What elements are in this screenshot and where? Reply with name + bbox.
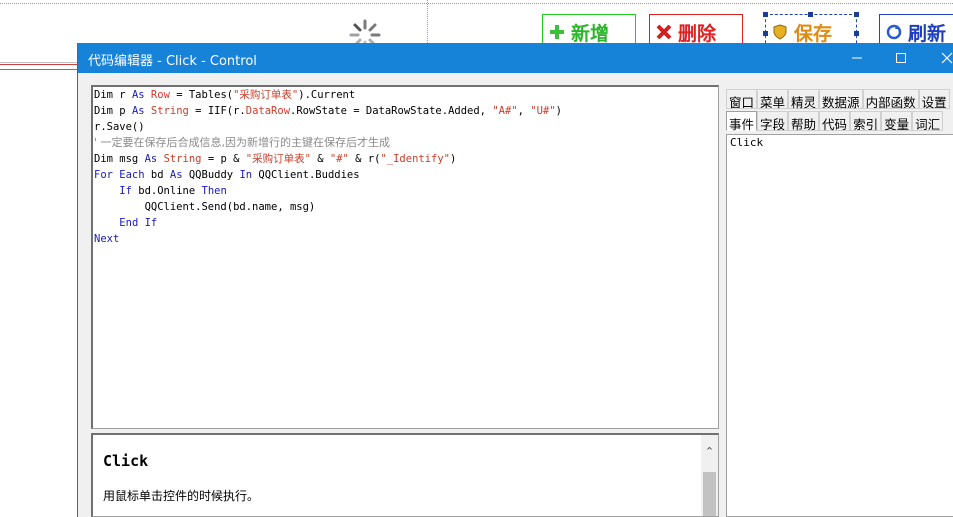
- tab-tabs_row1-0[interactable]: 窗口: [726, 89, 758, 110]
- code-line: End If: [119, 217, 158, 229]
- dialog-title: 代码编辑器 - Click - Control: [88, 54, 257, 69]
- code-editor[interactable]: Dim r As Row = Tables("采购订单表").Current D…: [91, 85, 719, 429]
- help-scrollbar[interactable]: ⌃: [701, 435, 718, 516]
- designer-red-line: [0, 64, 80, 70]
- tab-tabs_row1-4[interactable]: 内部函数: [862, 89, 919, 110]
- help-panel: Click 用鼠标单击控件的时候执行。 ⌃: [91, 433, 719, 517]
- help-title: Click: [103, 452, 149, 470]
- shield-icon: [773, 24, 787, 40]
- minimize-icon: [852, 57, 862, 59]
- tab-tabs_row1-2[interactable]: 精灵: [788, 89, 820, 110]
- maximize-button[interactable]: [878, 43, 924, 73]
- selection-handle[interactable]: [763, 31, 768, 36]
- refresh-button-label: 刷新: [908, 23, 947, 45]
- list-item[interactable]: Click: [727, 135, 953, 150]
- events-list[interactable]: Click: [726, 134, 953, 517]
- tab-row-1: 窗口 菜单 精灵 数据源 内部函数 设置: [726, 89, 950, 111]
- designer-top-guide: [0, 3, 953, 4]
- tab-tabs_row1-3[interactable]: 数据源: [819, 89, 863, 110]
- designer-gray-line: [0, 62, 80, 63]
- tab-tabs_row2-4[interactable]: 索引: [850, 111, 882, 132]
- code-editor-dialog: 代码编辑器 - Click - Control Dim r As Row = T…: [77, 43, 953, 517]
- scroll-up-icon[interactable]: ⌃: [701, 443, 718, 459]
- tab-tabs_row2-0[interactable]: 事件: [726, 111, 758, 132]
- code-line: If bd.Online Then: [119, 185, 227, 197]
- code-line: Dim p As String = IIF(r.DataRow.RowState…: [94, 105, 562, 117]
- code-line: For Each bd As QQBuddy In QQClient.Buddi…: [94, 169, 360, 181]
- selection-handle[interactable]: [854, 12, 859, 17]
- help-description: 用鼠标单击控件的时候执行。: [103, 489, 260, 503]
- save-button-label: 保存: [794, 23, 833, 45]
- code-line: Dim msg As String = p & "采购订单表" & "#" & …: [94, 153, 457, 165]
- code-line: QQClient.Send(bd.name, msg): [94, 201, 316, 213]
- scroll-thumb[interactable]: [703, 472, 716, 516]
- tab-tabs_row1-1[interactable]: 菜单: [757, 89, 789, 110]
- tab-tabs_row1-5[interactable]: 设置: [918, 89, 950, 110]
- minimize-button[interactable]: [834, 43, 880, 73]
- dialog-titlebar[interactable]: 代码编辑器 - Click - Control: [78, 43, 953, 73]
- tab-tabs_row2-5[interactable]: 变量: [881, 111, 913, 132]
- code-line: Next: [94, 233, 120, 245]
- selection-handle[interactable]: [808, 12, 813, 17]
- tab-tabs_row2-6[interactable]: 词汇: [912, 111, 944, 132]
- code-line: Dim r As Row = Tables("采购订单表").Current: [94, 89, 356, 101]
- close-icon: [941, 52, 953, 64]
- tab-tabs_row2-2[interactable]: 帮助: [788, 111, 820, 132]
- code-line: r.Save(): [94, 121, 145, 133]
- add-button-label: 新增: [571, 23, 610, 45]
- tab-tabs_row2-3[interactable]: 代码: [819, 111, 851, 132]
- maximize-icon: [896, 53, 906, 63]
- delete-x-icon: [656, 24, 672, 40]
- selection-handle[interactable]: [763, 12, 768, 17]
- tab-tabs_row2-1[interactable]: 字段: [757, 111, 789, 132]
- code-comment-line: ' 一定要在保存后合成信息,因为新增行的主键在保存后才生成: [94, 136, 391, 149]
- refresh-icon: [886, 24, 902, 40]
- plus-icon: [550, 25, 564, 39]
- selection-handle[interactable]: [854, 31, 859, 36]
- side-tabs: 窗口 菜单 精灵 数据源 内部函数 设置 事件 字段 帮助 代码 索引 变量 词汇: [726, 89, 950, 133]
- close-button[interactable]: [924, 43, 953, 73]
- tab-row-2: 事件 字段 帮助 代码 索引 变量 词汇: [726, 111, 944, 133]
- delete-button-label: 删除: [678, 23, 717, 45]
